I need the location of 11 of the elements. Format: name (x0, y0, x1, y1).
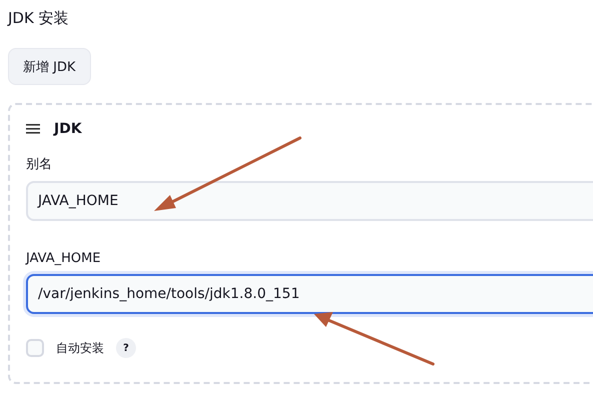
text-field[interactable]: /var/jenkins_home/tools/jdk1.8.0_151 (26, 274, 593, 314)
field-label: 别名 (26, 156, 53, 173)
add-jdk-button[interactable]: 新增 JDK (8, 48, 91, 85)
help-button[interactable]: ? (116, 338, 136, 358)
auto-install-checkbox[interactable] (26, 339, 44, 357)
checkbox-label: 自动安装 (56, 340, 104, 356)
field-label: JAVA_HOME (26, 251, 102, 266)
section-title: JDK 安装 (8, 8, 70, 28)
text-field[interactable]: JAVA_HOME (26, 181, 593, 221)
drag-handle-icon[interactable] (26, 124, 40, 134)
card-title: JDK (54, 121, 82, 137)
